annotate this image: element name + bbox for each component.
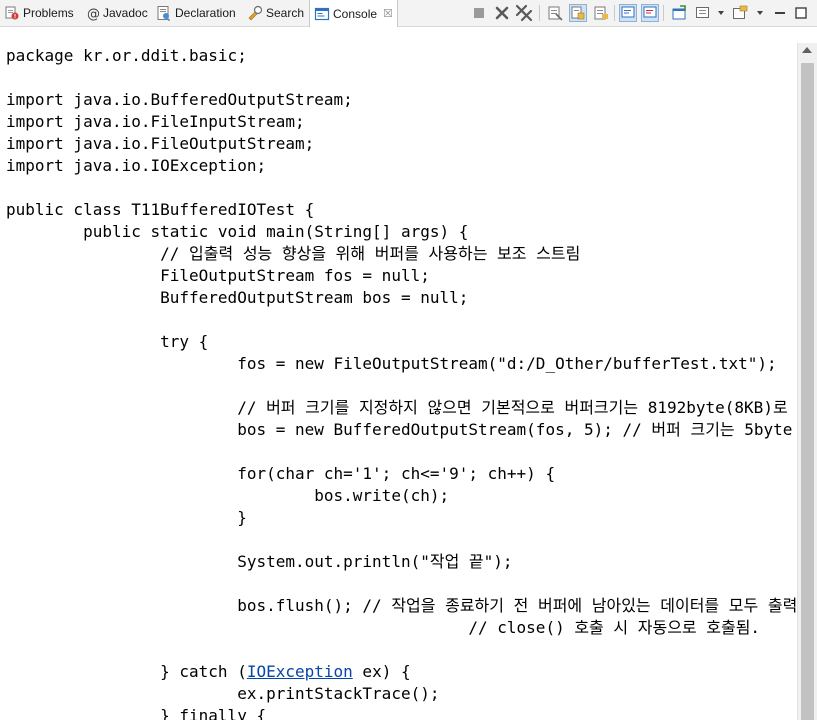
maximize-button[interactable] — [792, 4, 810, 22]
show-on-stderr-button[interactable] — [641, 4, 659, 22]
word-wrap-icon — [594, 6, 608, 20]
tab-declaration[interactable]: Declaration — [156, 0, 236, 26]
show-on-stdout-icon — [621, 6, 635, 18]
code-text: ex) { — [352, 662, 411, 681]
scroll-up-icon[interactable] — [802, 47, 812, 53]
tab-label: Console — [333, 6, 378, 21]
tab-javadoc[interactable]: @ Javadoc — [86, 0, 148, 26]
toolbar-separator — [663, 5, 664, 21]
search-icon — [247, 5, 263, 21]
console-icon — [314, 6, 330, 22]
code-line: System.out.println("작업 끝"); — [6, 552, 513, 571]
show-on-stderr-icon — [643, 6, 657, 18]
remove-all-terminated-button[interactable] — [515, 4, 533, 22]
minimize-button[interactable] — [771, 4, 789, 22]
remove-launch-button[interactable] — [493, 4, 511, 22]
tab-label: Problems — [23, 6, 74, 20]
code-line: BufferedOutputStream bos = null; — [6, 288, 469, 307]
clear-console-icon — [548, 6, 563, 21]
code-text: } catch ( — [6, 662, 247, 681]
code-line: try { — [6, 332, 209, 351]
svg-text:@: @ — [87, 7, 100, 21]
scrollbar-thumb[interactable] — [801, 63, 814, 720]
open-console-icon — [733, 5, 748, 19]
minimize-icon — [775, 12, 785, 14]
word-wrap-button[interactable] — [592, 4, 610, 22]
display-selected-console-button[interactable] — [694, 4, 712, 22]
display-selected-console-icon — [696, 7, 709, 18]
tab-label: Declaration — [175, 6, 236, 20]
clear-console-button[interactable] — [546, 4, 564, 22]
code-line: bos.flush(); // 작업을 종료하기 전 버퍼에 남아있는 데이터를… — [6, 596, 797, 615]
chevron-down-icon — [757, 11, 763, 15]
code-line: ex.printStackTrace(); — [6, 684, 440, 703]
code-line: } finally { — [6, 706, 267, 720]
close-icon[interactable]: ☒ — [383, 7, 393, 20]
open-console-dropdown[interactable] — [751, 4, 769, 22]
tab-label: Search — [266, 6, 305, 20]
code-line: public static void main(String[] args) { — [6, 222, 469, 241]
code-line: bos.write(ch); — [6, 486, 450, 505]
code-comment-line: // 버퍼 크기를 지정하지 않으면 기본적으로 버퍼크기는 8192byte(… — [6, 398, 797, 417]
remove-launch-icon — [495, 6, 509, 20]
terminate-button[interactable] — [470, 4, 488, 22]
toolbar-separator — [614, 5, 615, 21]
terminate-icon — [474, 8, 484, 18]
ioexception-link[interactable]: IOException — [247, 662, 353, 681]
code-line: FileOutputStream fos = null; — [6, 266, 430, 285]
problems-icon — [4, 5, 20, 21]
toolbar-separator — [539, 5, 540, 21]
pin-console-icon — [672, 5, 686, 20]
chevron-down-icon — [718, 11, 724, 15]
code-line: import java.io.FileInputStream; — [6, 112, 305, 131]
tab-search[interactable]: Search — [247, 0, 304, 26]
open-console-button[interactable] — [731, 4, 749, 22]
show-on-stdout-button[interactable] — [619, 4, 637, 22]
clipped-line-remnant — [0, 27, 797, 41]
code-line: import java.io.IOException; — [6, 156, 267, 175]
code-comment-line: // 입출력 성능 향상을 위해 버퍼를 사용하는 보조 스트림 — [6, 244, 581, 263]
scroll-lock-icon — [571, 6, 585, 20]
remove-all-terminated-icon — [515, 4, 533, 22]
tab-console[interactable]: Console ☒ — [309, 0, 398, 27]
code-line: public class T11BufferedIOTest { — [6, 200, 315, 219]
code-line: import java.io.FileOutputStream; — [6, 134, 315, 153]
vertical-scrollbar[interactable] — [797, 43, 817, 720]
pin-console-button[interactable] — [670, 4, 688, 22]
tab-label: Javadoc — [103, 6, 148, 20]
code-line: bos = new BufferedOutputStream(fos, 5); … — [6, 420, 793, 439]
display-console-dropdown[interactable] — [712, 4, 730, 22]
code-comment-line: // close() 호출 시 자동으로 호출됨. — [6, 618, 761, 637]
at-icon: @ — [86, 5, 100, 22]
code-line: fos = new FileOutputStream("d:/D_Other/b… — [6, 354, 777, 373]
code-line: } — [6, 508, 247, 527]
declaration-icon — [156, 5, 172, 22]
tab-problems[interactable]: Problems — [4, 0, 74, 26]
code-line: package kr.or.ddit.basic; — [6, 46, 247, 65]
view-tab-bar: Problems @ Javadoc Declaration Search Co… — [0, 0, 817, 27]
code-line: for(char ch='1'; ch<='9'; ch++) { — [6, 464, 556, 483]
maximize-icon — [795, 7, 807, 19]
code-line: import java.io.BufferedOutputStream; — [6, 90, 353, 109]
code-editor[interactable]: package kr.or.ddit.basic; import java.io… — [0, 43, 797, 720]
code-line: } catch (IOException ex) { — [6, 661, 411, 683]
scroll-lock-button[interactable] — [569, 4, 587, 22]
